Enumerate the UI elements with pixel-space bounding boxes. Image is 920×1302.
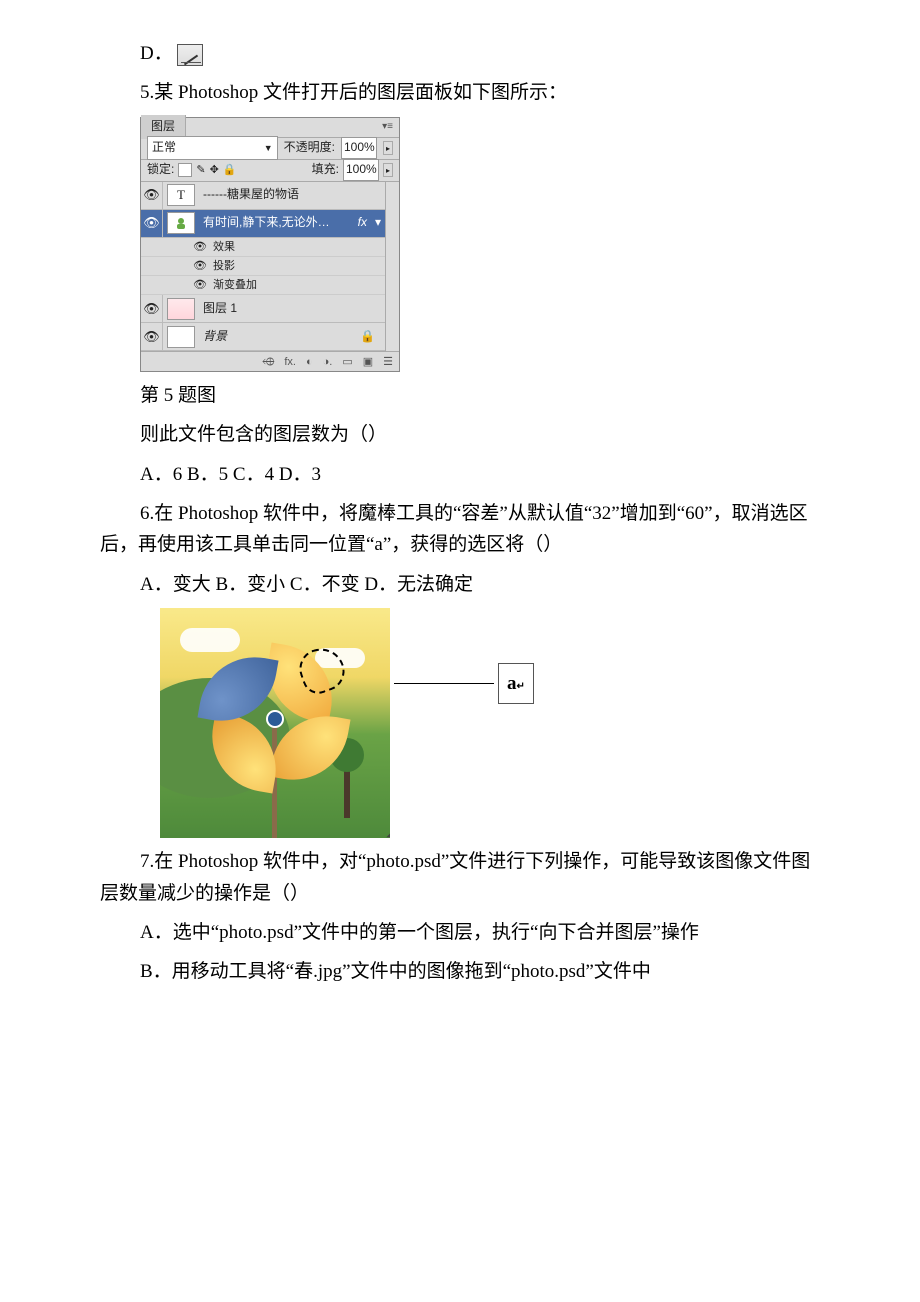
add-mask-icon[interactable]: ◐	[306, 353, 313, 371]
layers-panel-figure: 图层 ▾≡ 正常 ▼ 不透明度: 100% ▸ 锁定: ✎ ✥ 🔒 填充: 10…	[140, 117, 820, 372]
resize-handle-icon: ◢	[386, 826, 390, 839]
fx-header-row: 👁 效果	[141, 238, 385, 257]
panel-blend-row: 正常 ▼ 不透明度: 100% ▸	[141, 138, 399, 160]
fx-gradient-label: 渐变叠加	[213, 276, 257, 294]
trash-icon[interactable]: ☰	[383, 353, 393, 371]
option-d-prefix: D．	[140, 43, 173, 64]
layer-name: 有时间,静下来,无论外…	[199, 213, 354, 233]
q7-option-a: A．选中“photo.psd”文件中的第一个图层，执行“向下合并图层”操作	[100, 917, 820, 948]
lock-buttons: ✎ ✥ 🔒	[178, 161, 236, 179]
panel-menu-icon[interactable]: ▾≡	[376, 119, 399, 136]
opacity-label: 不透明度:	[284, 138, 335, 158]
layer-text[interactable]: 👁 T ------糖果屋的物语	[141, 182, 385, 210]
lock-brush-icon[interactable]: ✎	[196, 161, 205, 179]
layer-name: ------糖果屋的物语	[199, 185, 385, 205]
q5-stem: 则此文件包含的图层数为（）	[140, 419, 820, 450]
panel-footer: ⬲ fx. ◐ ◑. ▭ ▣ ☰	[141, 351, 399, 371]
q5-text: 5.某 Photoshop 文件打开后的图层面板如下图所示：	[140, 77, 820, 108]
text-layer-thumb: T	[167, 184, 195, 206]
group-icon[interactable]: ▭	[342, 353, 352, 371]
link-layers-icon[interactable]: ⬲	[262, 353, 274, 371]
blend-mode-select[interactable]: 正常 ▼	[147, 136, 278, 160]
pinwheel-image: ◢	[160, 608, 390, 838]
new-layer-icon[interactable]: ▣	[363, 353, 373, 371]
tree-shape	[344, 758, 350, 818]
q7-option-b: B．用移动工具将“春.jpg”文件中的图像拖到“photo.psd”文件中	[100, 956, 820, 987]
layer-selected[interactable]: 👁 有时间,静下来,无论外… fx ▾	[141, 210, 385, 238]
layer-thumb	[167, 212, 195, 234]
eye-small-icon[interactable]: 👁	[193, 257, 207, 275]
fx-gradient-row[interactable]: 👁 渐变叠加	[141, 276, 385, 295]
fx-shadow-label: 投影	[213, 257, 235, 275]
callout-label: a↵	[498, 663, 534, 704]
fill-label: 填充:	[312, 160, 339, 180]
fill-value[interactable]: 100%	[343, 159, 379, 181]
bg-layer-thumb	[167, 326, 195, 348]
eye-small-icon[interactable]: 👁	[193, 276, 207, 294]
eye-small-icon[interactable]: 👁	[193, 238, 207, 256]
opacity-value[interactable]: 100%	[341, 137, 377, 159]
q7-text: 7.在 Photoshop 软件中，对“photo.psd”文件进行下列操作，可…	[100, 846, 820, 909]
fill-arrow-icon[interactable]: ▸	[383, 163, 393, 177]
visibility-toggle[interactable]: 👁	[141, 210, 163, 237]
person-icon	[172, 216, 190, 230]
image-layer-thumb	[167, 298, 195, 320]
callout-a: a	[507, 673, 517, 694]
fx-shadow-row[interactable]: 👁 投影	[141, 257, 385, 276]
lock-pixels-icon[interactable]	[178, 163, 192, 177]
layers-panel: 图层 ▾≡ 正常 ▼ 不透明度: 100% ▸ 锁定: ✎ ✥ 🔒 填充: 10…	[140, 117, 400, 372]
panel-scrollbar[interactable]	[385, 182, 399, 351]
q5-caption: 第 5 题图	[140, 380, 820, 411]
add-fx-icon[interactable]: fx.	[284, 353, 296, 371]
layer-image1[interactable]: 👁 图层 1	[141, 295, 385, 323]
callout-sub: ↵	[517, 681, 525, 692]
pinwheel-figure: ◢ a↵	[160, 608, 820, 838]
adjustment-icon[interactable]: ◑.	[323, 353, 333, 371]
q6-options: A．变大 B．变小 C．不变 D．无法确定	[140, 569, 820, 600]
q5-options: A．6 B．5 C．4 D．3	[140, 459, 820, 490]
opacity-arrow-icon[interactable]: ▸	[383, 141, 393, 155]
layer-name: 背景	[199, 327, 350, 347]
callout-line	[394, 683, 494, 684]
q4-option-d: D．	[140, 38, 820, 69]
lock-all-icon[interactable]: 🔒	[223, 161, 237, 179]
visibility-toggle[interactable]: 👁	[141, 295, 163, 322]
lock-icon: 🔒	[350, 327, 385, 347]
blend-mode-value: 正常	[152, 138, 176, 158]
lock-label: 锁定:	[147, 160, 174, 180]
visibility-toggle[interactable]: 👁	[141, 323, 163, 350]
chevron-down-icon[interactable]: ▾	[371, 213, 385, 233]
layer-background[interactable]: 👁 背景 🔒	[141, 323, 385, 351]
panel-lock-row: 锁定: ✎ ✥ 🔒 填充: 100% ▸	[141, 160, 399, 182]
lock-move-icon[interactable]: ✥	[210, 161, 219, 179]
layer-name: 图层 1	[199, 299, 385, 319]
q6-text: 6.在 Photoshop 软件中，将魔棒工具的“容差”从默认值“32”增加到“…	[100, 498, 820, 561]
fx-header: 效果	[213, 238, 235, 256]
chevron-down-icon: ▼	[264, 141, 273, 156]
layers-list: 👁 T ------糖果屋的物语 👁 有时间,静下来,无论外… fx ▾ 👁 效…	[141, 182, 385, 351]
fx-badge[interactable]: fx	[354, 213, 371, 233]
brush-tool-icon	[177, 44, 203, 66]
layers-body: 👁 T ------糖果屋的物语 👁 有时间,静下来,无论外… fx ▾ 👁 效…	[141, 182, 399, 351]
panel-tabs: 图层 ▾≡	[141, 118, 399, 138]
cloud-shape	[180, 628, 240, 652]
visibility-toggle[interactable]: 👁	[141, 182, 163, 209]
